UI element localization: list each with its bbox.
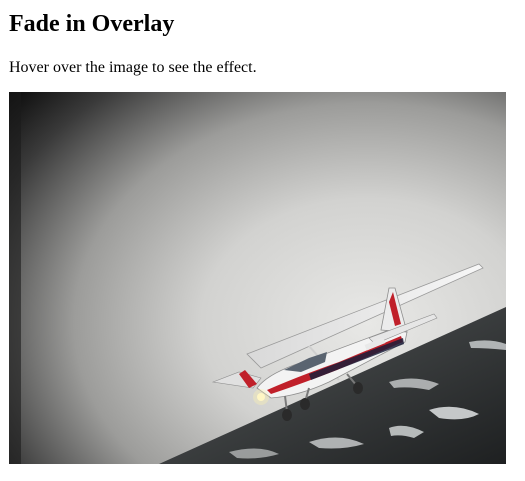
instructions-text: Hover over the image to see the effect.: [9, 59, 257, 76]
page-title: Fade in Overlay: [9, 11, 175, 37]
airplane-image-container[interactable]: [9, 92, 506, 464]
